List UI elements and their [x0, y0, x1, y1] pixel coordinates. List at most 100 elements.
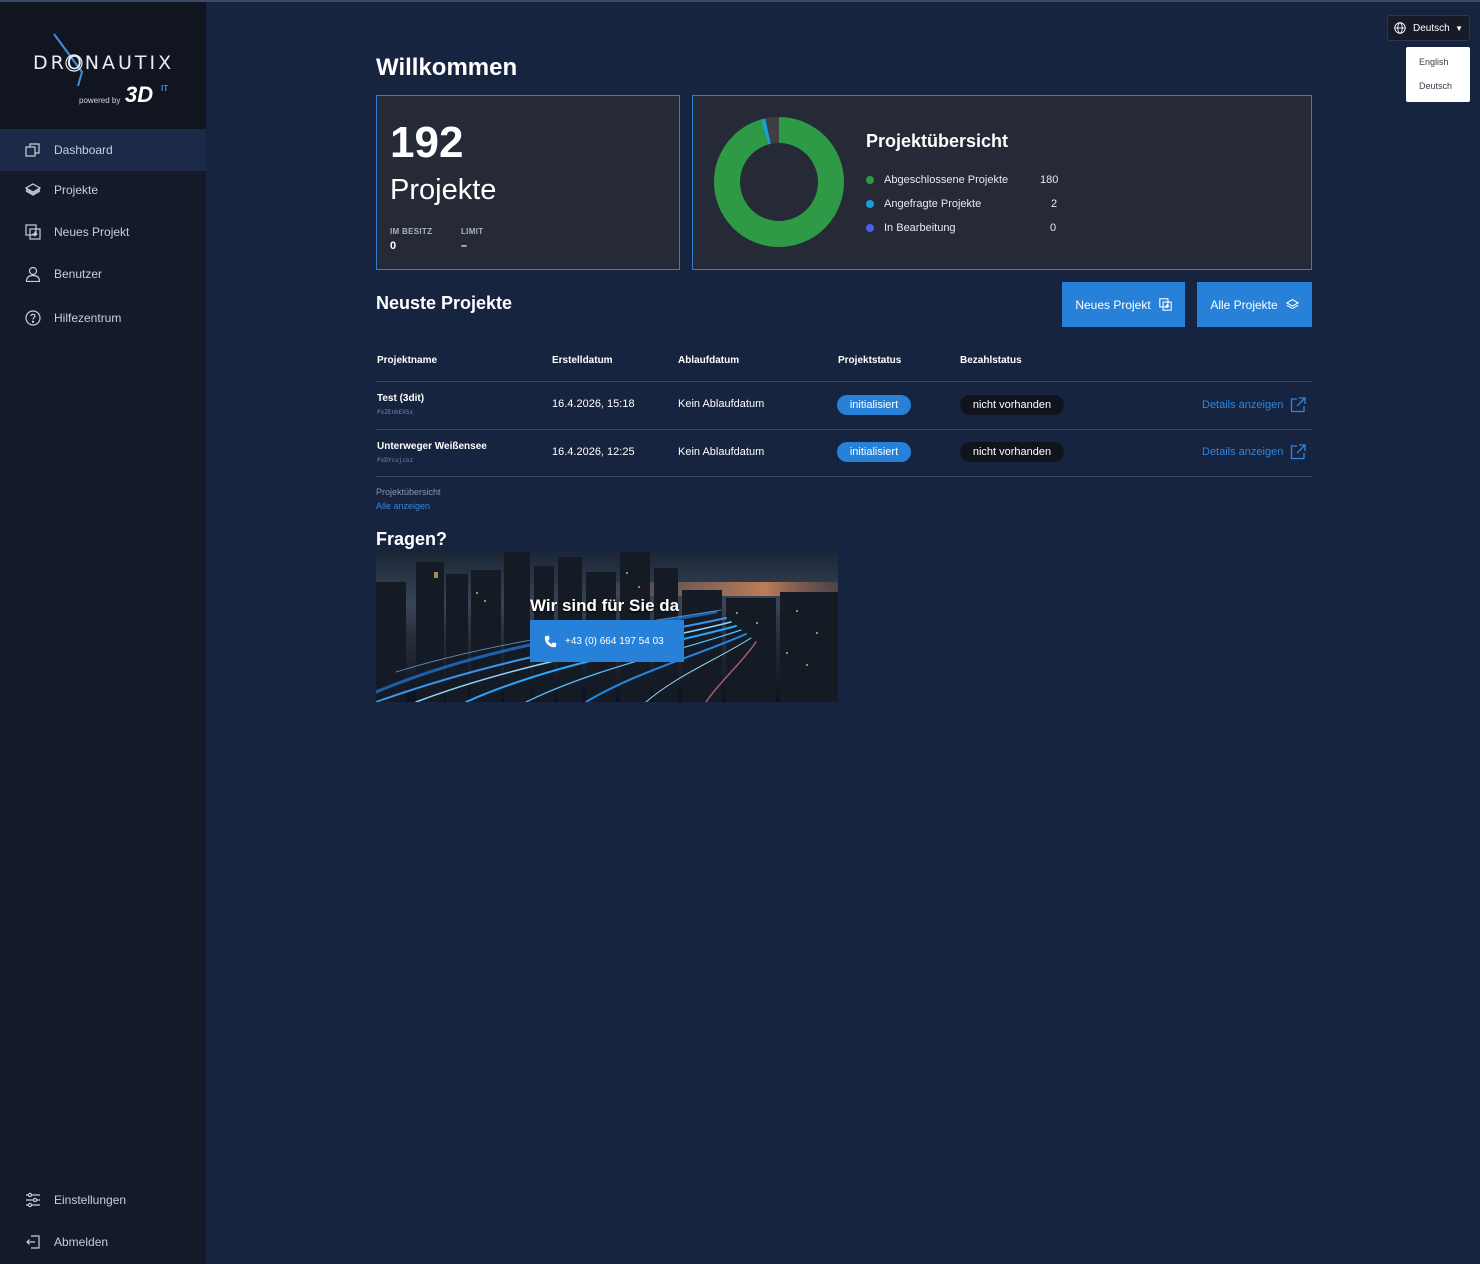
project-name: Test (3dit)	[377, 393, 425, 404]
legend-dot	[866, 224, 874, 232]
project-donut-chart	[714, 117, 844, 247]
sidebar-item-benutzer[interactable]: Benutzer	[0, 253, 206, 295]
column-header-expiry: Ablaufdatum	[678, 355, 740, 366]
globe-icon	[1394, 22, 1406, 34]
banner-title: Wir sind für Sie da	[530, 596, 680, 615]
external-link-icon	[1291, 397, 1306, 413]
contact-banner: Wir sind für Sie da +43 (0) 664 197 54 0…	[376, 552, 838, 702]
legend-dot	[866, 200, 874, 208]
sidebar-item-label: Neues Projekt	[54, 225, 130, 239]
sidebar-item-projekte[interactable]: Projekte	[0, 169, 206, 211]
project-name: Unterweger Weißensee	[377, 441, 487, 452]
limit-value: –	[461, 240, 468, 252]
table-divider	[376, 429, 1312, 430]
sidebar-item-dashboard[interactable]: Dashboard	[0, 129, 206, 171]
donut-slice-1	[714, 117, 844, 247]
sidebar-item-label: Abmelden	[54, 1235, 109, 1249]
layers-icon	[25, 183, 41, 196]
all-projects-button[interactable]: Alle Projekte	[1197, 282, 1312, 327]
sidebar-item-neues-projekt[interactable]: Neues Projekt	[0, 211, 206, 253]
column-header-payment: Bezahlstatus	[960, 355, 1022, 366]
settings-sliders-icon	[26, 1192, 40, 1208]
projects-count: 192	[390, 118, 464, 167]
legend-dot	[866, 176, 874, 184]
project-overview-card: Projektübersicht Abgeschlossene Projekte…	[692, 95, 1312, 270]
payment-badge: nicht vorhanden	[960, 395, 1064, 415]
details-link-label: Details anzeigen	[1202, 399, 1284, 411]
legend-label: In Bearbeitung	[884, 222, 956, 234]
legend-label: Abgeschlossene Projekte	[884, 174, 1009, 186]
sidebar-item-label: Einstellungen	[54, 1193, 127, 1207]
add-project-icon	[1158, 298, 1172, 311]
status-badge: initialisiert	[837, 395, 911, 415]
layers-icon	[1285, 299, 1299, 310]
phone-button[interactable]: +43 (0) 664 197 54 03	[530, 620, 684, 662]
project-id: PxZEnhEXSx	[377, 409, 414, 416]
top-border	[0, 0, 1480, 2]
sidebar-item-einstellungen[interactable]: Einstellungen	[0, 1179, 206, 1221]
phone-number: +43 (0) 664 197 54 03	[565, 635, 664, 647]
table-divider	[376, 381, 1312, 382]
payment-badge: nicht vorhanden	[960, 442, 1064, 462]
show-all-link[interactable]: Alle anzeigen	[376, 501, 430, 511]
language-option-english[interactable]: English	[1419, 57, 1449, 67]
latest-projects-title: Neuste Projekte	[376, 293, 513, 313]
language-option-deutsch[interactable]: Deutsch	[1419, 81, 1452, 91]
legend-value: 0	[1050, 222, 1057, 234]
logo[interactable]: DRONAUTIX powered by 3D IT	[0, 2, 206, 129]
sidebar: DRONAUTIX powered by 3D IT Dashboard Pro…	[0, 2, 206, 1264]
limit-label: LIMIT	[461, 227, 484, 236]
powered-by: powered by	[79, 96, 121, 105]
brand-name: DRONAUTIX	[33, 52, 175, 74]
all-projects-button-label: Alle Projekte	[1210, 297, 1278, 312]
legend-item-in-progress: In Bearbeitung	[866, 220, 956, 236]
legend-value: 180	[1040, 174, 1059, 186]
column-header-created: Erstelldatum	[552, 355, 613, 366]
project-id: PxDYcujcoz	[377, 457, 414, 464]
legend-item-completed: Abgeschlossene Projekte	[866, 172, 1008, 188]
new-project-button-label: Neues Projekt	[1075, 297, 1151, 312]
details-link-label: Details anzeigen	[1202, 446, 1284, 458]
phone-icon	[544, 635, 557, 647]
expiry-date: Kein Ablaufdatum	[678, 398, 765, 410]
owned-label: IM BESITZ	[390, 227, 433, 236]
sidebar-item-label: Hilfezentrum	[54, 311, 122, 325]
table-divider	[376, 476, 1312, 477]
user-icon	[25, 266, 41, 282]
page-title: Willkommen	[376, 54, 518, 81]
language-menu: English Deutsch	[1406, 47, 1470, 102]
help-title: Fragen?	[376, 529, 448, 549]
projects-count-label: Projekte	[390, 174, 497, 206]
caret-down-icon: ▼	[1455, 24, 1463, 33]
legend-item-requested: Angefragte Projekte	[866, 196, 981, 212]
status-badge: initialisiert	[837, 442, 911, 462]
external-link-icon	[1291, 444, 1306, 460]
details-link[interactable]: Details anzeigen	[1202, 397, 1306, 413]
new-project-button[interactable]: Neues Projekt	[1062, 282, 1185, 327]
overview-title: Projektübersicht	[866, 131, 1009, 151]
projects-count-card: 192 Projekte IM BESITZ 0 LIMIT –	[376, 95, 680, 270]
language-select[interactable]: Deutsch ▼	[1387, 15, 1470, 41]
sidebar-item-label: Benutzer	[54, 267, 103, 281]
language-current: Deutsch	[1413, 22, 1450, 34]
expiry-date: Kein Ablaufdatum	[678, 446, 765, 458]
created-date: 16.4.2026, 15:18	[552, 398, 635, 410]
add-project-icon	[25, 224, 41, 240]
owned-value: 0	[390, 240, 397, 252]
legend-value: 2	[1051, 198, 1058, 210]
sidebar-item-hilfezentrum[interactable]: Hilfezentrum	[0, 297, 206, 339]
details-link[interactable]: Details anzeigen	[1202, 444, 1306, 460]
logout-icon	[26, 1235, 40, 1249]
sidebar-item-label: Dashboard	[54, 143, 113, 157]
legend-label: Angefragte Projekte	[884, 198, 982, 210]
sidebar-item-label: Projekte	[54, 183, 99, 197]
sidebar-item-abmelden[interactable]: Abmelden	[0, 1221, 206, 1263]
help-icon	[25, 310, 41, 326]
overview-footer-label: Projektübersicht	[376, 487, 441, 497]
brand-3d: 3D	[125, 82, 154, 107]
created-date: 16.4.2026, 12:25	[552, 446, 635, 458]
dashboard-icon	[25, 143, 40, 157]
column-header-name: Projektname	[377, 355, 438, 366]
column-header-status: Projektstatus	[838, 355, 902, 366]
brand-it: IT	[161, 84, 169, 93]
